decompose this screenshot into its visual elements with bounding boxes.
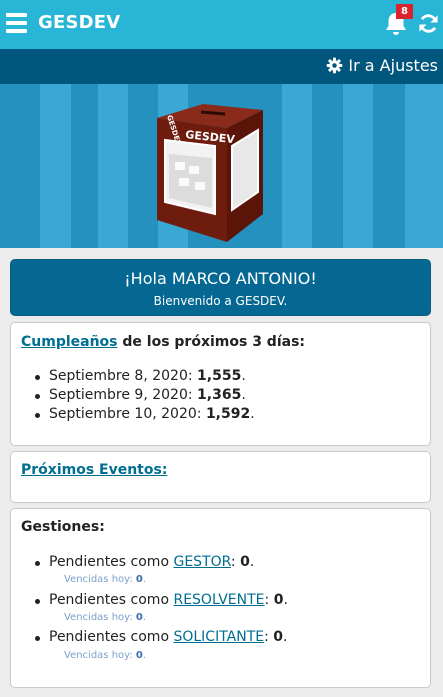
- birthdays-card: Cumpleaños de los próximos 3 días: Septi…: [10, 322, 431, 446]
- events-link[interactable]: Próximos Eventos:: [21, 462, 167, 478]
- gear-icon: [327, 57, 343, 74]
- role-link-resolvente[interactable]: RESOLVENTE: [173, 592, 264, 608]
- overdue-note: Vencidas hoy: 0.: [64, 574, 147, 585]
- birthday-item: Septiembre 10, 2020: 1,592.: [35, 406, 255, 422]
- settings-label: Ir a Ajustes: [348, 56, 438, 75]
- notification-badge: 8: [396, 4, 413, 19]
- birthdays-title: Cumpleaños de los próximos 3 días:: [21, 334, 305, 350]
- birthday-item: Septiembre 9, 2020: 1,365.: [35, 387, 246, 403]
- events-title: Próximos Eventos:: [21, 462, 167, 478]
- refresh-icon[interactable]: [417, 12, 440, 35]
- top-navbar: GESDEV 8: [0, 0, 443, 49]
- gestiones-card: Gestiones: Pendientes como GESTOR: 0. Ve…: [10, 508, 431, 688]
- hero-banner: GESDEV GESDEV: [0, 84, 443, 248]
- app-brand[interactable]: GESDEV: [38, 12, 120, 33]
- events-card: Próximos Eventos:: [10, 451, 431, 503]
- overdue-note: Vencidas hoy: 0.: [64, 650, 147, 661]
- settings-bar: Ir a Ajustes: [0, 49, 443, 84]
- birthday-item: Septiembre 8, 2020: 1,555.: [35, 368, 246, 384]
- gestion-item: Pendientes como RESOLVENTE: 0.: [35, 592, 288, 608]
- birthdays-link[interactable]: Cumpleaños: [21, 334, 118, 350]
- role-link-solicitante[interactable]: SOLICITANTE: [173, 629, 264, 645]
- gestiones-title: Gestiones:: [21, 519, 105, 535]
- hamburger-icon[interactable]: [6, 13, 27, 33]
- gestion-item: Pendientes como GESTOR: 0.: [34, 554, 255, 570]
- ballot-box-logo: GESDEV GESDEV: [157, 104, 263, 242]
- settings-link[interactable]: Ir a Ajustes: [326, 56, 438, 75]
- welcome-card: ¡Hola MARCO ANTONIO! Bienvenido a GESDEV…: [10, 259, 431, 316]
- welcome-subtitle: Bienvenido a GESDEV.: [153, 294, 288, 308]
- birthdays-title-text: de los próximos 3 días:: [117, 334, 306, 350]
- gestion-item: Pendientes como SOLICITANTE: 0.: [35, 629, 288, 645]
- overdue-note: Vencidas hoy: 0.: [64, 612, 147, 623]
- role-link-gestor[interactable]: GESTOR: [173, 554, 230, 570]
- welcome-greeting: ¡Hola MARCO ANTONIO!: [124, 269, 317, 288]
